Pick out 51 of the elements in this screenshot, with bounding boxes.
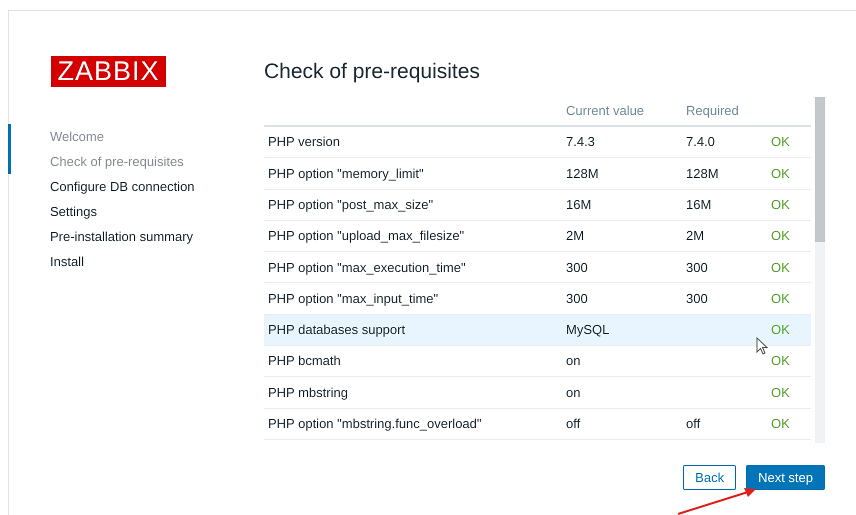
status-text: OK (771, 384, 790, 402)
table-cell-text: PHP option "mbstring.func_overload" (268, 415, 482, 434)
scrollbar-track[interactable] (815, 97, 825, 443)
zabbix-logo: ZABBIX (51, 56, 166, 87)
table-cell: MySQL (566, 322, 610, 338)
table-cell: on (566, 384, 580, 400)
table-cell: 2M (686, 228, 704, 244)
status-text: OK (771, 321, 790, 340)
step-label: Install (50, 252, 84, 271)
status-text: OK (771, 164, 790, 183)
table-cell: 16M (686, 196, 712, 212)
table-cell: 300 (566, 260, 588, 275)
table-cell-text: PHP databases support (268, 321, 406, 340)
status-text: OK (771, 258, 790, 277)
column-header: Required (686, 102, 739, 120)
next-step-button[interactable]: Next step (746, 465, 825, 490)
table-cell-text: PHP version (268, 133, 342, 152)
table-cell: 300 (686, 260, 708, 275)
table-cell-text: PHP bcmath (268, 352, 342, 370)
status-text: OK (771, 352, 790, 370)
status-text: OK (771, 227, 790, 246)
table-cell-text: PHP option "memory_limit" (268, 164, 425, 183)
status-text: OK (771, 196, 790, 214)
table-cell-text: PHP option "post_max_size" (268, 196, 434, 214)
table-cell-text: PHP option "max_execution_time" (268, 258, 467, 277)
step-label: Configure DB connection (50, 178, 195, 196)
table-cell-text: PHP mbstring (268, 384, 349, 402)
step-label: Welcome (50, 128, 104, 146)
table-cell: 7.4.3 (566, 134, 595, 150)
table-cell: 300 (566, 290, 588, 306)
status-text: OK (771, 133, 790, 152)
table-cell: 16M (566, 196, 592, 212)
table-cell-text: PHP option "upload_max_filesize" (268, 227, 466, 246)
back-button[interactable]: Back (683, 465, 736, 490)
table-cell: 7.4.0 (686, 134, 715, 150)
step-label: Settings (50, 202, 97, 221)
table-cell: 128M (686, 166, 719, 181)
page-title: Check of pre-requisites (264, 59, 481, 85)
status-text: OK (771, 290, 790, 308)
table-cell: 2M (566, 228, 584, 244)
table-cell: 300 (686, 290, 708, 306)
table-cell: on (566, 353, 580, 368)
step-label: Check of pre-requisites (50, 152, 184, 171)
table-cell: 128M (566, 166, 599, 181)
table-cell: off (686, 416, 700, 432)
step-label: Pre-installation summary (50, 228, 194, 246)
table-cell-text: PHP option "max_input_time" (268, 290, 440, 308)
table-cell: off (566, 416, 580, 432)
column-header: Current value (566, 102, 646, 120)
status-text: OK (771, 415, 790, 434)
scrollbar-thumb[interactable] (815, 97, 825, 242)
